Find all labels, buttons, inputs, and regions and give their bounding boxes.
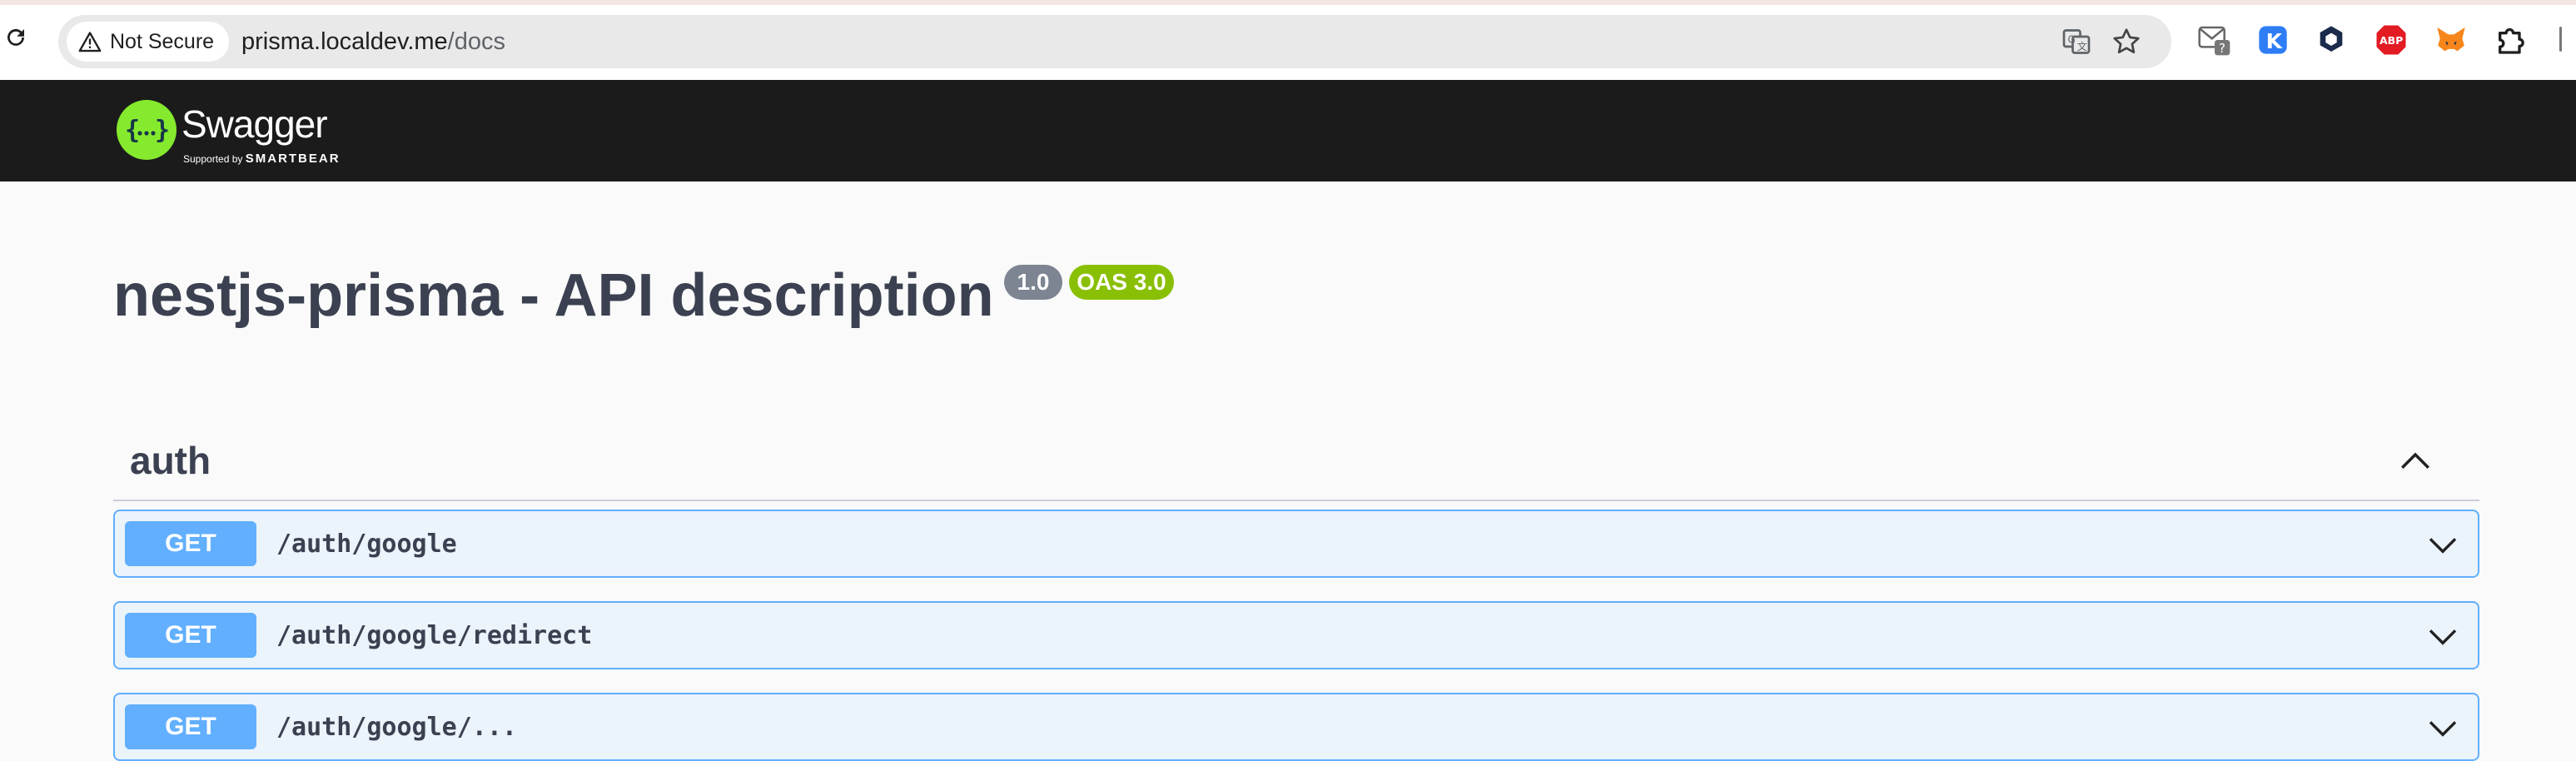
oas-badge: OAS 3.0 bbox=[1069, 265, 1174, 300]
cube-extension-icon[interactable] bbox=[2315, 23, 2348, 57]
svg-text:ABP: ABP bbox=[2380, 34, 2403, 47]
opblock-get-auth-google-redirect[interactable]: GET /auth/google/redirect bbox=[113, 601, 2479, 669]
svg-text:K: K bbox=[2266, 29, 2284, 53]
chevron-down-icon[interactable] bbox=[2426, 528, 2459, 561]
address-bar[interactable]: Not Secure prisma.localdev.me/docs G 文 bbox=[58, 15, 2171, 68]
operation-path: /auth/google/... bbox=[276, 713, 517, 742]
extensions-puzzle-icon[interactable] bbox=[2494, 23, 2528, 57]
k-extension-icon[interactable]: K bbox=[2256, 23, 2290, 57]
operation-path: /auth/google/redirect bbox=[276, 621, 593, 650]
metamask-icon[interactable] bbox=[2434, 23, 2468, 57]
supported-by-label: Supported by bbox=[183, 153, 243, 165]
tab-strip-edge bbox=[0, 0, 2576, 5]
security-label: Not Secure bbox=[110, 29, 215, 53]
svg-text:{: { bbox=[125, 116, 140, 145]
swagger-logo-icon[interactable]: { } bbox=[113, 97, 180, 163]
version-badge: 1.0 bbox=[1004, 265, 1062, 300]
swagger-supported-by: Supported by SMARTBEAR bbox=[183, 152, 341, 166]
gmail-checker-icon[interactable]: ? bbox=[2198, 23, 2231, 57]
browser-toolbar: Not Secure prisma.localdev.me/docs G 文 ?… bbox=[0, 0, 2576, 80]
adblock-plus-icon[interactable]: ABP bbox=[2375, 23, 2408, 57]
method-badge: GET bbox=[125, 704, 256, 749]
method-badge: GET bbox=[125, 521, 256, 566]
url-text[interactable]: prisma.localdev.me/docs bbox=[241, 15, 505, 68]
warning-icon bbox=[78, 32, 102, 52]
chevron-down-icon[interactable] bbox=[2426, 619, 2459, 653]
tag-name: auth bbox=[130, 439, 211, 482]
url-path: /docs bbox=[447, 28, 505, 55]
chevron-down-icon[interactable] bbox=[2426, 711, 2459, 744]
toolbar-menu-edge bbox=[2559, 27, 2562, 52]
method-badge: GET bbox=[125, 613, 256, 658]
opblock-get-auth-google-partial[interactable]: GET /auth/google/... bbox=[113, 693, 2479, 761]
svg-text:文: 文 bbox=[2077, 40, 2087, 52]
opblock-get-auth-google[interactable]: GET /auth/google bbox=[113, 510, 2479, 578]
translate-icon[interactable]: G 文 bbox=[2061, 27, 2091, 57]
svg-text:?: ? bbox=[2219, 41, 2225, 56]
api-title: nestjs-prisma - API description bbox=[113, 262, 994, 329]
reload-icon[interactable] bbox=[3, 25, 28, 50]
svg-text:G: G bbox=[2068, 34, 2076, 46]
operation-path: /auth/google bbox=[276, 530, 457, 559]
swagger-topbar: { } Swagger Supported by SMARTBEAR bbox=[0, 80, 2576, 182]
tag-header-auth[interactable]: auth bbox=[113, 425, 2479, 501]
chevron-up-icon[interactable] bbox=[2398, 443, 2433, 478]
smartbear-label: SMARTBEAR bbox=[245, 152, 341, 166]
url-host: prisma.localdev.me bbox=[241, 28, 448, 55]
svg-text:}: } bbox=[155, 116, 170, 145]
bookmark-star-icon[interactable] bbox=[2111, 27, 2141, 57]
security-chip[interactable]: Not Secure bbox=[67, 22, 230, 62]
swagger-wordmark: Swagger bbox=[182, 102, 328, 146]
